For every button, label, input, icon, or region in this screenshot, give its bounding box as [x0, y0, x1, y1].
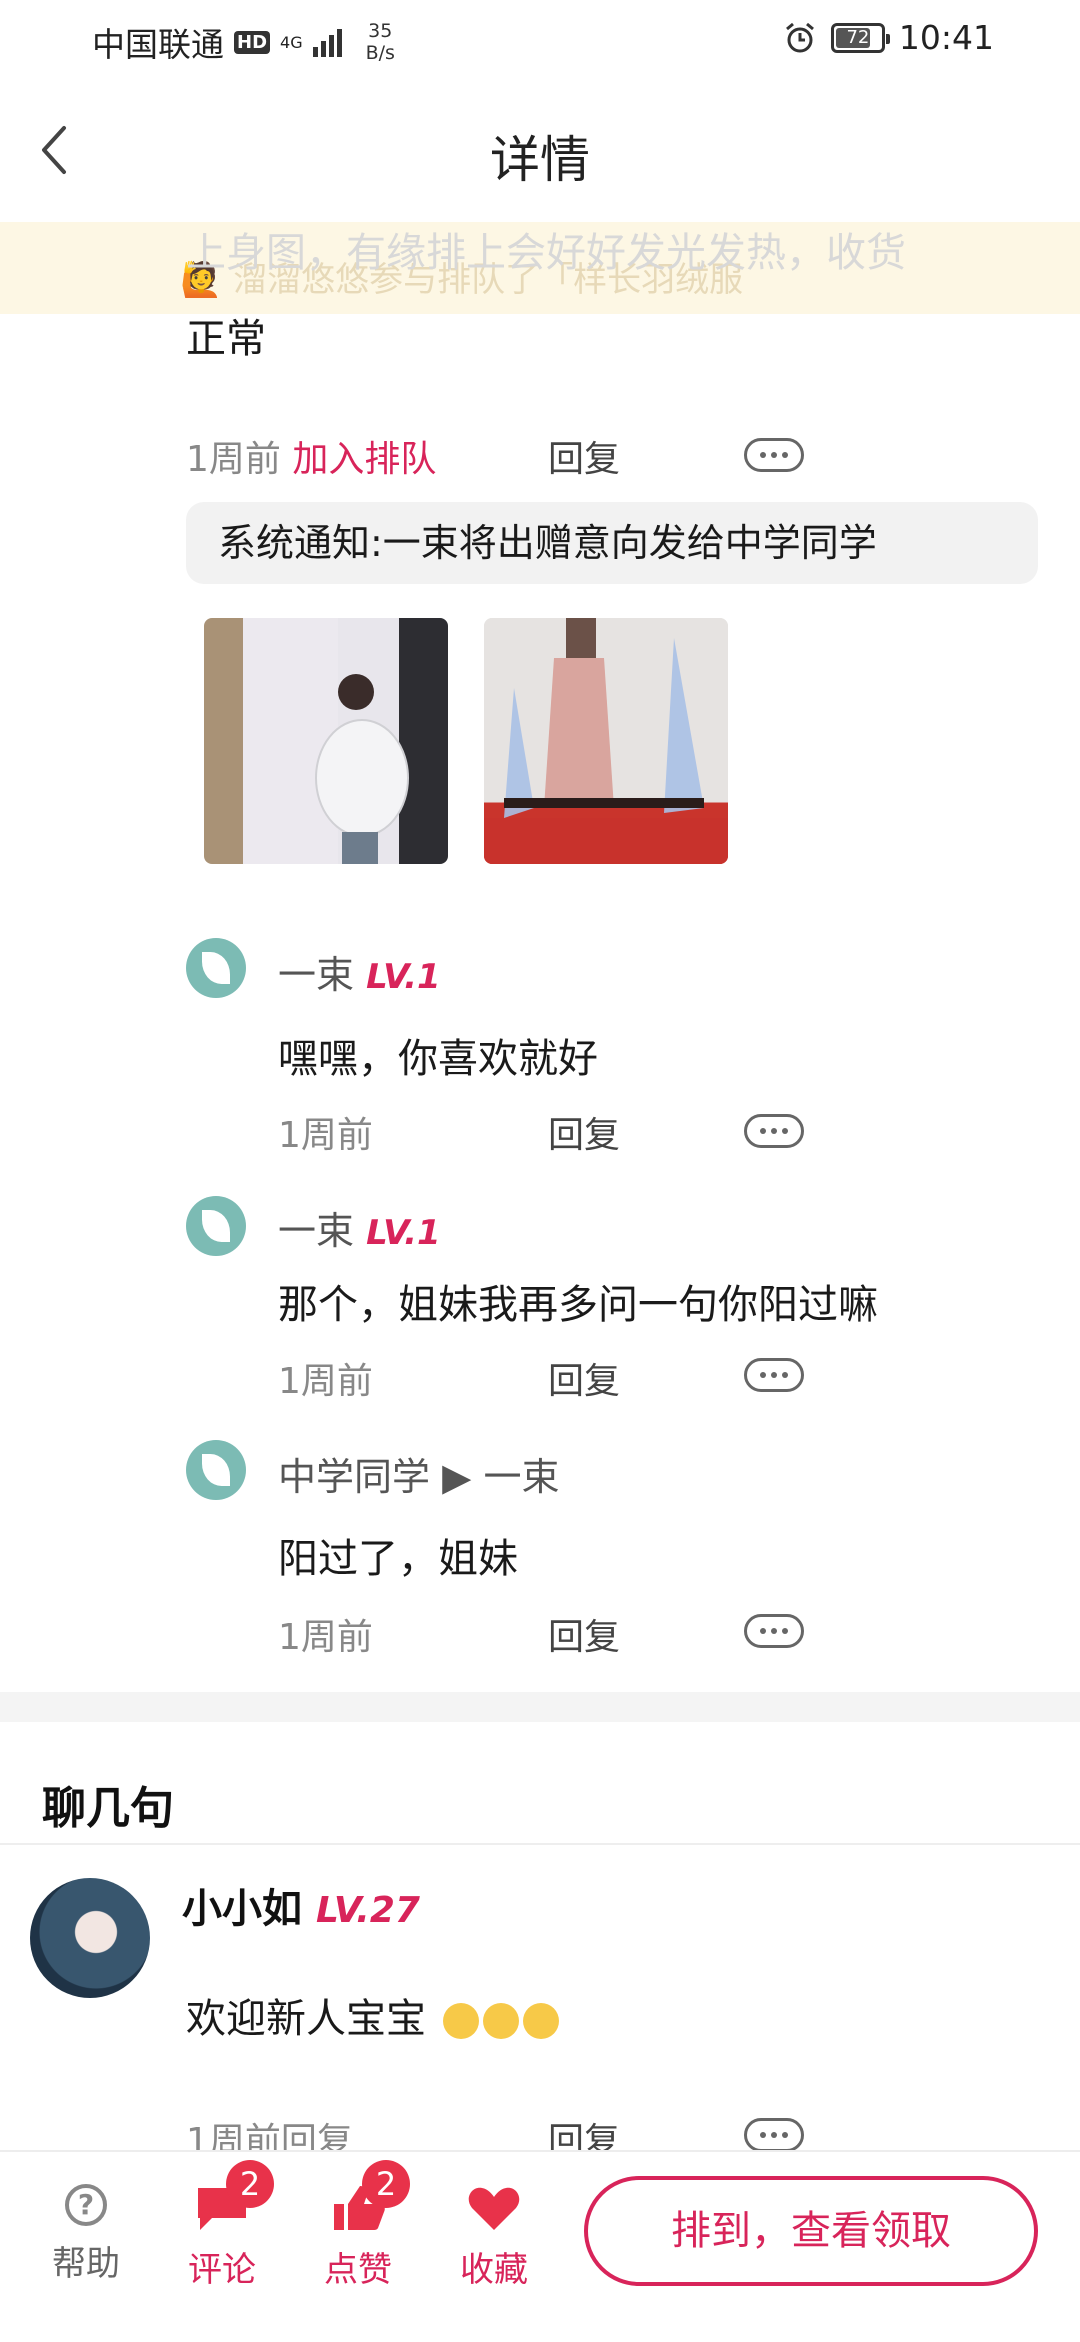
post-time: 1周前: [186, 439, 281, 480]
reply-1-name[interactable]: 一束: [278, 953, 354, 997]
help-icon: ?: [65, 2184, 107, 2226]
help-label: 帮助: [52, 2244, 120, 2284]
reply-2-time: 1周前: [278, 1361, 373, 1402]
favorite-label: 收藏: [460, 2250, 528, 2290]
reply-2-author: 一束 LV.1: [278, 1200, 441, 1255]
comment-label: 评论: [188, 2250, 256, 2290]
status-bar: 中国联通 HD 4G 35 B/s 72 10:41: [0, 0, 1080, 80]
reply-1-level-badge: LV.1: [366, 957, 441, 997]
reply-1-time: 1周前: [278, 1115, 373, 1156]
claim-button[interactable]: 排到，查看领取: [584, 2176, 1038, 2286]
status-right: 72 10:41: [783, 18, 994, 57]
more-options-icon[interactable]: [744, 1614, 804, 1648]
reply-1-author: 一束 LV.1: [278, 944, 441, 999]
reply-3-author: 中学同学 ▶ 一束: [278, 1446, 559, 1501]
comment-count-badge: 2: [226, 2160, 274, 2208]
reply-3-text: 阳过了，姐妹: [278, 1536, 518, 1582]
more-options-icon[interactable]: [744, 2118, 804, 2152]
thumbs-up-icon: 2: [330, 2160, 410, 2232]
divider: [0, 1843, 1080, 1845]
comment-tab[interactable]: 2 评论: [172, 2160, 274, 2291]
reply-to-arrow-icon: ▶: [442, 1455, 472, 1499]
chat-comment-name[interactable]: 小小如: [182, 1886, 302, 1932]
emoji-icon: [482, 2003, 519, 2039]
post-text-line1: 上身图，有缘排上会好好发光发热，收货: [186, 230, 906, 276]
avatar[interactable]: [186, 1440, 246, 1500]
net-speed: 35 B/s: [366, 20, 395, 64]
more-options-icon[interactable]: [744, 1114, 804, 1148]
avatar[interactable]: [186, 938, 246, 998]
chat-comment-body: 欢迎新人宝宝: [186, 1996, 426, 2042]
system-notice: 系统通知:一束将出赠意向发给中学同学: [186, 502, 1038, 584]
avatar[interactable]: [30, 1878, 150, 1998]
network-type: 4G: [280, 32, 303, 52]
chat-comment-level-badge: LV.27: [315, 1890, 420, 1931]
hd-icon: HD: [234, 30, 271, 54]
section-divider: [0, 1692, 1080, 1722]
more-options-icon[interactable]: [744, 1358, 804, 1392]
chat-comment-author: 小小如 LV.27: [182, 1876, 420, 1934]
comment-icon: 2: [194, 2160, 274, 2232]
reply-2-reply-button[interactable]: 回复: [548, 1352, 620, 1404]
post-meta: 1周前 加入排队: [186, 430, 436, 482]
battery-level: 72: [846, 26, 870, 48]
app-header: 详情: [0, 80, 1080, 222]
net-speed-value: 35: [368, 20, 393, 42]
post-reply-button[interactable]: 回复: [548, 430, 620, 482]
emoji-icon: [442, 2003, 479, 2039]
post-photo-2[interactable]: [484, 618, 728, 864]
post-photo-1[interactable]: [204, 618, 448, 864]
reply-1-reply-button[interactable]: 回复: [548, 1106, 620, 1158]
like-count-badge: 2: [362, 2160, 410, 2208]
signal-icon: [312, 27, 342, 57]
reply-2-name[interactable]: 一束: [278, 1209, 354, 1253]
help-tab[interactable]: ? 帮助: [36, 2184, 136, 2285]
avatar[interactable]: [186, 1196, 246, 1256]
emoji-icon: [522, 2003, 559, 2039]
reply-3-target[interactable]: 一束: [483, 1455, 559, 1499]
reply-3-name[interactable]: 中学同学: [278, 1455, 430, 1499]
page-title: 详情: [490, 131, 590, 189]
post-text-line2: 正常: [186, 316, 266, 362]
reply-3-time: 1周前: [278, 1617, 373, 1658]
net-speed-unit: B/s: [365, 42, 395, 64]
like-label: 点赞: [324, 2250, 392, 2290]
alarm-icon: [785, 22, 814, 52]
bottom-action-bar: ? 帮助 2 评论 2 点赞 收藏 排到，查看领取: [0, 2150, 1080, 2342]
heart-icon: [466, 2184, 522, 2232]
reply-1-text: 嘿嘿，你喜欢就好: [278, 1036, 598, 1082]
battery-icon: 72: [830, 22, 890, 53]
reply-2-level-badge: LV.1: [366, 1213, 441, 1253]
reply-3-reply-button[interactable]: 回复: [548, 1608, 620, 1660]
chat-comment-text: 欢迎新人宝宝: [186, 1986, 559, 2044]
join-queue-link[interactable]: 加入排队: [292, 439, 436, 480]
chat-section-title: 聊几句: [42, 1783, 174, 1834]
status-left: 中国联通 HD 4G 35 B/s: [92, 18, 395, 66]
like-tab[interactable]: 2 点赞: [308, 2160, 410, 2291]
carrier-name: 中国联通: [92, 25, 224, 64]
favorite-tab[interactable]: 收藏: [444, 2184, 544, 2291]
reply-2-text: 那个，姐妹我再多问一句你阳过嘛: [278, 1282, 878, 1328]
clock: 10:41: [898, 18, 994, 57]
more-options-icon[interactable]: [744, 438, 804, 472]
